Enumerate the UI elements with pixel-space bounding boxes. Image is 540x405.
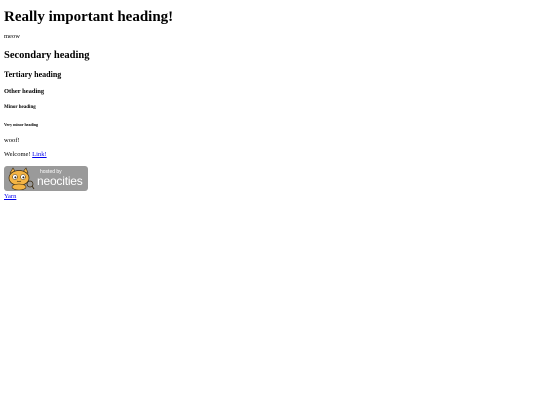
- very-minor-heading: Very minor heading: [4, 122, 39, 127]
- neocities-banner[interactable]: hosted by neocities: [4, 166, 88, 191]
- meow-paragraph: meow: [4, 33, 20, 40]
- footer-paragraph: Yarn: [4, 193, 16, 201]
- yarn-link[interactable]: Yarn: [4, 193, 16, 200]
- minor-heading: Minor heading: [4, 105, 36, 110]
- tertiary-heading: Tertiary heading: [4, 70, 62, 79]
- woof-paragraph: woof!: [4, 137, 20, 144]
- welcome-paragraph: Welcome! Link!: [4, 151, 47, 159]
- banner-brand-text: neocities: [37, 174, 83, 188]
- secondary-heading: Secondary heading: [4, 50, 90, 61]
- neocities-cat-icon: [5, 167, 35, 190]
- other-heading: Other heading: [4, 88, 45, 95]
- welcome-link[interactable]: Link!: [32, 151, 46, 158]
- welcome-text: Welcome!: [4, 151, 33, 158]
- main-heading: Really important heading!: [4, 9, 174, 25]
